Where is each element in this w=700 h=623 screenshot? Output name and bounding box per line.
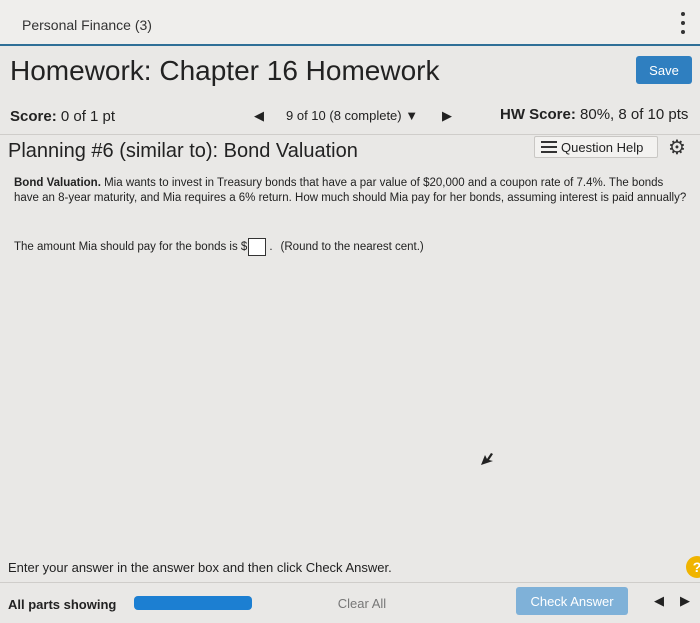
answer-hint: (Round to the nearest cent.): [280, 241, 424, 253]
parts-progress-bar: [134, 596, 252, 610]
score-row: Score: 0 of 1 pt ◀ 9 of 10 (8 complete) …: [0, 98, 700, 135]
problem-lead: Bond Valuation.: [14, 177, 101, 189]
save-button[interactable]: Save: [636, 56, 692, 84]
course-title: Personal Finance (3): [22, 17, 152, 33]
answer-dot: .: [269, 241, 273, 253]
score: Score: 0 of 1 pt: [10, 108, 115, 125]
homework-title: Homework: Chapter 16 Homework: [10, 55, 440, 86]
help-circle-icon[interactable]: ?: [686, 556, 700, 578]
score-label: Score:: [10, 108, 57, 125]
bottom-bar: All parts showing Clear All Check Answer…: [0, 582, 700, 623]
previous-question-button[interactable]: ◀: [254, 108, 264, 124]
answer-prefix: The amount Mia should pay for the bonds …: [14, 241, 248, 253]
next-question-button[interactable]: ▶: [442, 108, 452, 124]
mouse-cursor-icon: [481, 453, 493, 465]
hw-score-label: HW Score:: [500, 106, 576, 123]
question-title: Planning #6 (similar to): Bond Valuation: [8, 140, 358, 162]
clear-all-button[interactable]: Clear All: [322, 591, 402, 615]
problem-statement: Bond Valuation. Mia wants to invest in T…: [14, 176, 690, 206]
question-help-button[interactable]: Question Help: [534, 136, 658, 158]
gear-icon[interactable]: ⚙: [668, 135, 686, 160]
parts-showing-label: All parts showing: [8, 597, 117, 612]
bottom-previous-button[interactable]: ◀: [654, 593, 664, 609]
problem-text: Mia wants to invest in Treasury bonds th…: [14, 177, 687, 204]
top-bar: Personal Finance (3): [0, 0, 700, 46]
kebab-menu-icon[interactable]: [680, 12, 686, 34]
hw-score-value: 80%, 8 of 10 pts: [580, 106, 689, 123]
question-help-label: Question Help: [561, 139, 644, 155]
list-icon: [541, 141, 557, 153]
check-answer-button[interactable]: Check Answer: [516, 587, 628, 615]
question-progress-dropdown[interactable]: 9 of 10 (8 complete) ▼: [286, 108, 418, 123]
answer-line: The amount Mia should pay for the bonds …: [14, 238, 424, 256]
hw-score: HW Score: 80%, 8 of 10 pts: [500, 106, 688, 123]
parts-progress-fill: [134, 596, 252, 610]
answer-input[interactable]: [248, 238, 267, 256]
instruction-text: Enter your answer in the answer box and …: [8, 560, 392, 575]
bottom-next-button[interactable]: ▶: [680, 593, 690, 609]
score-value: 0 of 1 pt: [60, 108, 116, 125]
